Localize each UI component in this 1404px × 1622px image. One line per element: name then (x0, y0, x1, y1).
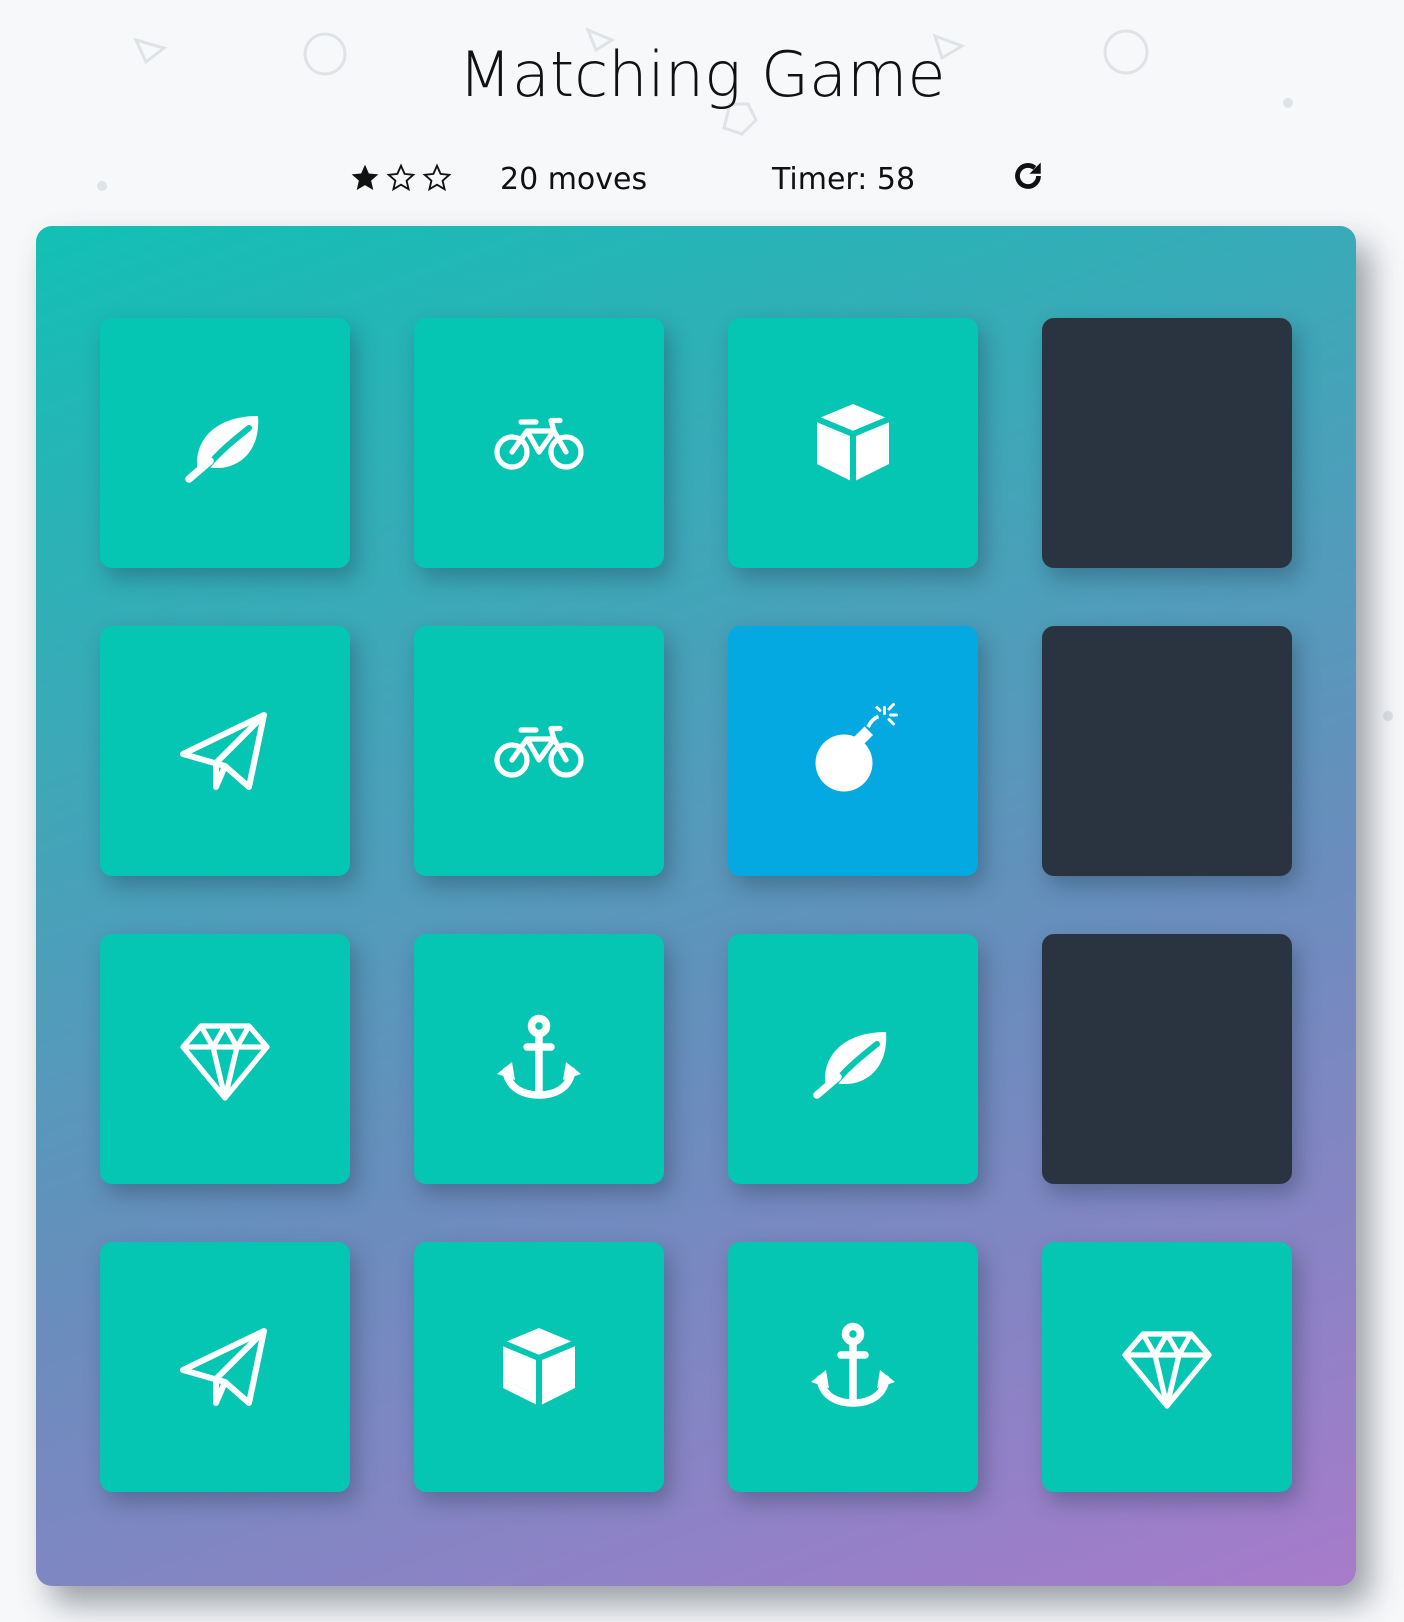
star-outline-icon (386, 163, 416, 192)
card[interactable] (414, 626, 664, 876)
star-icon-empty (421, 162, 453, 199)
card[interactable] (1042, 626, 1292, 876)
page-title: Matching Game (458, 38, 946, 111)
card[interactable] (414, 934, 664, 1184)
leaf-icon (177, 395, 273, 491)
card[interactable] (728, 934, 978, 1184)
card[interactable] (1042, 318, 1292, 568)
cube-icon (491, 1319, 587, 1415)
star-outline-icon (422, 163, 452, 192)
card[interactable] (100, 626, 350, 876)
star-rating (349, 162, 453, 199)
card[interactable] (100, 318, 350, 568)
card[interactable] (100, 934, 350, 1184)
timer: Timer: 58 (772, 162, 916, 197)
star-icon-empty (385, 162, 417, 199)
moves-counter: 20 moves (500, 162, 648, 197)
score-panel: 20 moves Timer: 58 (0, 158, 1404, 206)
paper-plane-icon (177, 1319, 273, 1415)
cube-icon (805, 395, 901, 491)
bicycle-icon (491, 703, 587, 799)
restart-button[interactable] (1010, 158, 1046, 194)
card[interactable] (728, 626, 978, 876)
redo-icon (1015, 162, 1041, 189)
leaf-icon (805, 1011, 901, 1107)
diamond-icon (177, 1011, 273, 1107)
star-filled-icon (351, 164, 379, 190)
card[interactable] (728, 318, 978, 568)
diamond-icon (1119, 1319, 1215, 1415)
card[interactable] (414, 318, 664, 568)
card-deck (36, 226, 1356, 1586)
card[interactable] (100, 1242, 350, 1492)
star-icon-filled (349, 162, 381, 199)
anchor-icon (805, 1319, 901, 1415)
card[interactable] (1042, 1242, 1292, 1492)
paper-plane-icon (177, 703, 273, 799)
bicycle-icon (491, 395, 587, 491)
card[interactable] (1042, 934, 1292, 1184)
anchor-icon (491, 1011, 587, 1107)
card[interactable] (414, 1242, 664, 1492)
bomb-icon (805, 703, 901, 799)
card[interactable] (728, 1242, 978, 1492)
